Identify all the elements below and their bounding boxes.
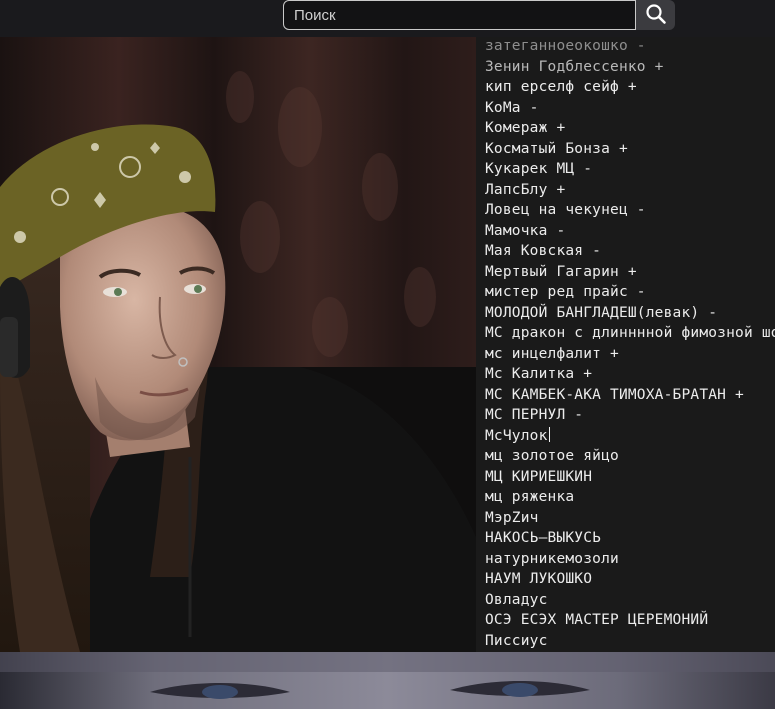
list-item: Комераж + [485, 120, 566, 136]
list-item: мистер ред прайс - [485, 284, 646, 300]
next-image-preview [0, 652, 775, 709]
list-item: НАУМ ЛУКОШКО [485, 571, 593, 587]
search-button[interactable] [636, 0, 675, 30]
list-item: КоМа - [485, 99, 539, 116]
top-bar [0, 0, 775, 37]
search-form [283, 0, 675, 30]
list-item: мс инцелфалит + [485, 345, 619, 362]
list-item: МС дракон с длинннной фимозной шо [485, 325, 775, 341]
list-item: Ловец на чекунец - [485, 202, 646, 218]
list-item: Овладус [485, 591, 548, 608]
list-item: Мс Калитка + [485, 366, 593, 382]
list-item-text: МсЧулок [485, 427, 548, 444]
list-item-with-cursor: МсЧулок [485, 426, 775, 447]
text-cursor [548, 426, 550, 442]
list-item: натурникемозоли [485, 550, 619, 567]
search-icon [645, 3, 667, 28]
search-input[interactable] [283, 0, 636, 30]
list-item: МэрZич [485, 509, 539, 526]
list-item: Кукарек МЦ - [485, 161, 593, 177]
text-overlay-panel: затеганноеокошко - Зенин Годблессенко + … [476, 37, 775, 652]
list-item: мц ряженка [485, 489, 575, 505]
name-list: затеганноеокошко - Зенин Годблессенко + … [476, 37, 775, 651]
webcam-image [0, 37, 476, 652]
list-item: Мамочка - [485, 222, 566, 239]
list-item: Мая Ковская - [485, 243, 602, 259]
list-item: ОСЭ ЕСЭХ МАСТЕР ЦЕРЕМОНИЙ [485, 612, 709, 628]
list-item: МС ПЕРНУЛ - [485, 407, 584, 423]
list-item: мц золотое яйцо [485, 448, 619, 464]
list-item: кип ерселф сейф + [485, 79, 637, 95]
list-item: Мертвый Гагарин + [485, 263, 637, 280]
list-item: Зенин Годблессенко + [485, 58, 664, 75]
list-item: МЦ КИРИЕШКИН [485, 468, 593, 485]
screen: затеганноеокошко - Зенин Годблессенко + … [0, 0, 775, 709]
list-item: ЛапсБлу + [485, 181, 566, 198]
list-item: затеганноеокошко - [485, 38, 646, 54]
list-item: МС КАМБЕК-АКА ТИМОХА-БРАТАН + [485, 386, 744, 403]
list-item: Косматый Бонза + [485, 140, 628, 157]
list-item: НАКОСЬ—ВЫКУСЬ [485, 530, 602, 546]
list-item: МОЛОДОЙ БАНГЛАДЕШ(левак) - [485, 304, 718, 321]
video-frame[interactable]: затеганноеокошко - Зенин Годблессенко + … [0, 37, 775, 652]
list-item: Писсиус [485, 632, 548, 649]
